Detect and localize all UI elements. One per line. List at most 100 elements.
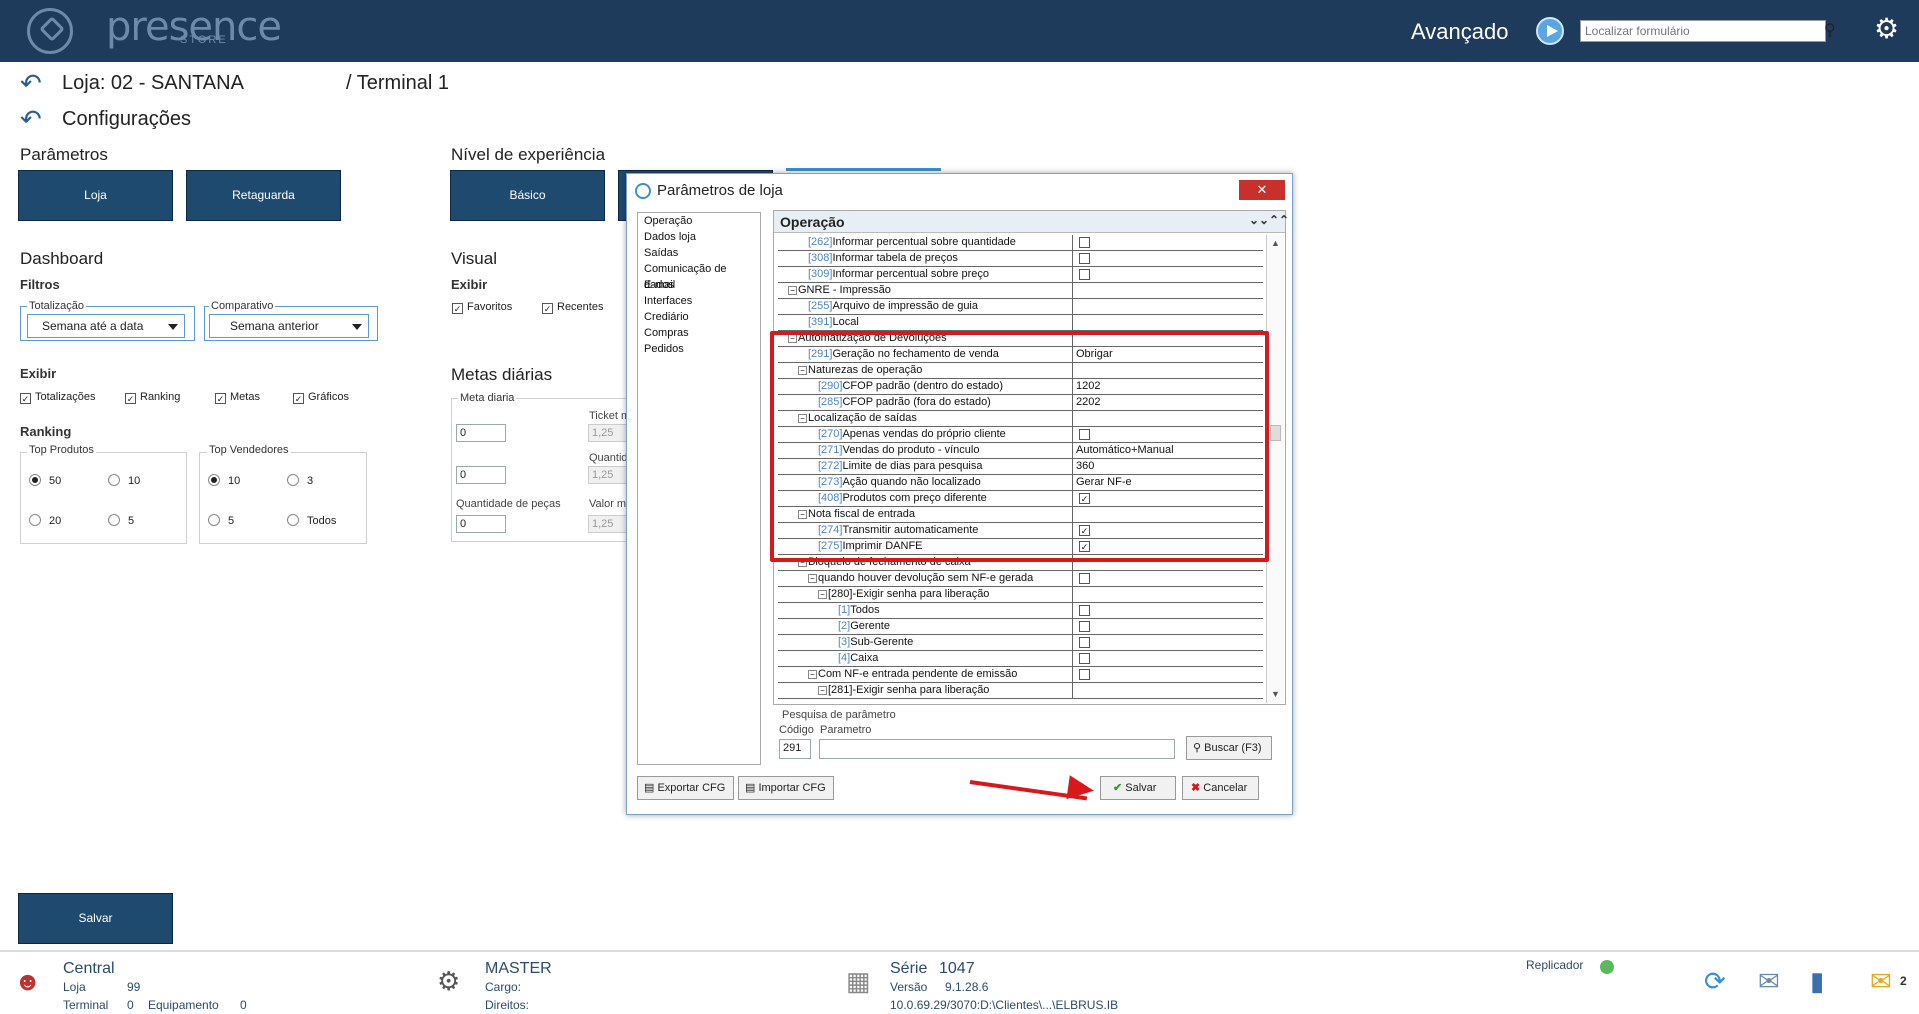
chart-icon[interactable]: ▮ [1810,966,1824,997]
menu-item[interactable]: Interfaces [638,293,760,309]
parameter-value-cell[interactable] [1072,683,1263,698]
advanced-link[interactable]: Avançado [1411,19,1508,45]
menu-item[interactable]: Saídas [638,245,760,261]
totalizacao-select[interactable]: Semana até a data [27,314,185,338]
refresh-icon[interactable]: ⟳ [1704,966,1726,997]
top-produtos-5-radio[interactable]: 5 [108,514,134,527]
parameter-row[interactable]: [262]Informar percentual sobre quantidad… [778,235,1263,251]
parameter-row[interactable]: [391]Local [778,315,1263,331]
parameter-value-cell[interactable] [1072,651,1263,666]
collapse-toggle-icon[interactable]: − [788,286,797,295]
parameter-checkbox[interactable] [1079,237,1090,248]
top-vendedores-todos-radio[interactable]: Todos [287,514,336,527]
parameter-row[interactable]: [4]Caixa [778,651,1263,667]
scroll-down-icon[interactable]: ▼ [1271,689,1280,699]
mail-icon[interactable]: ✉ [1758,966,1780,997]
buscar-button[interactable]: ⚲ Buscar (F3) [1186,736,1272,760]
collapse-toggle-icon[interactable]: − [818,590,827,599]
menu-item[interactable]: Dados loja [638,229,760,245]
parameter-value-cell[interactable] [1072,283,1263,298]
search-icon[interactable]: ⚲ [1824,20,1844,42]
parameter-value-cell[interactable] [1072,571,1263,586]
save-button[interactable]: Salvar [18,893,173,944]
top-vendedores-5-radio[interactable]: 5 [208,514,234,527]
basico-button[interactable]: Básico [450,170,605,221]
favoritos-checkbox[interactable]: ✓ Favoritos [452,301,512,314]
menu-item[interactable]: Comunicação de dados [638,261,760,291]
parameter-value-cell[interactable] [1072,267,1263,282]
menu-item[interactable]: E-mail [638,277,760,293]
graficos-checkbox[interactable]: ✓ Gráficos [293,391,349,404]
parameter-value-cell[interactable] [1072,299,1263,314]
parameter-row[interactable]: − GNRE - Impressão [778,283,1263,299]
parameter-value-cell[interactable] [1072,251,1263,266]
comparativo-select[interactable]: Semana anterior [209,314,369,338]
exportar-cfg-button[interactable]: ▤ Exportar CFG [637,776,734,800]
menu-item[interactable]: Pedidos [638,341,760,357]
parameter-row[interactable]: [2]Gerente [778,619,1263,635]
parameter-row[interactable]: − [281]-Exigir senha para liberação [778,683,1263,699]
salvar-dialog-button[interactable]: ✔ Salvar [1100,776,1176,800]
ranking-checkbox[interactable]: ✓ Ranking [125,391,180,404]
top-produtos-20-radio[interactable]: 20 [29,514,61,527]
close-button[interactable]: ✕ [1239,180,1285,200]
parameter-row[interactable]: [308]Informar tabela de preços [778,251,1263,267]
parameter-checkbox[interactable] [1079,269,1090,280]
parameter-row[interactable]: − quando houver devolução sem NF-e gerada [778,571,1263,587]
menu-item[interactable]: Operação [638,213,760,229]
parameter-value-cell[interactable] [1072,235,1263,250]
collapse-toggle-icon[interactable]: − [808,670,817,679]
parameter-row[interactable]: − Com NF-e entrada pendente de emissão [778,667,1263,683]
ticket-input[interactable]: 1,25 [588,424,630,442]
collapse-toggle-icon[interactable]: − [808,574,817,583]
collapse-all-icon[interactable]: ⌄⌄ [1249,213,1269,227]
parameter-row[interactable]: [3]Sub-Gerente [778,635,1263,651]
parametro-input[interactable] [819,739,1175,759]
collapse-toggle-icon[interactable]: − [818,686,827,695]
parameter-value-cell[interactable] [1072,635,1263,650]
parameter-checkbox[interactable] [1079,253,1090,264]
cancelar-button[interactable]: ✖ Cancelar [1182,776,1259,800]
importar-cfg-button[interactable]: ▤ Importar CFG [738,776,834,800]
parameter-checkbox[interactable] [1079,669,1090,680]
meta-diaria-input[interactable]: 0 [456,424,506,442]
parameter-value-cell[interactable] [1072,315,1263,330]
top-vendedores-10-radio[interactable]: 10 [208,474,240,487]
expand-all-icon[interactable]: ⌃⌃ [1269,213,1289,227]
parameter-checkbox[interactable] [1079,637,1090,648]
valor-input[interactable]: 1,25 [588,515,630,533]
search-input[interactable] [1580,20,1826,42]
recentes-checkbox[interactable]: ✓ Recentes [542,301,603,314]
scroll-thumb[interactable] [1270,425,1281,441]
play-icon[interactable] [1536,17,1564,45]
top-vendedores-3-radio[interactable]: 3 [287,474,313,487]
top-produtos-50-radio[interactable]: 50 [29,474,61,487]
parameter-row[interactable]: [1]Todos [778,603,1263,619]
parameter-checkbox[interactable] [1079,621,1090,632]
parameter-checkbox[interactable] [1079,573,1090,584]
metas-checkbox[interactable]: ✓ Metas [215,391,260,404]
meta-valor-input[interactable]: 0 [456,466,506,484]
quantid-input[interactable]: 1,25 [588,466,630,484]
menu-item[interactable]: Compras [638,325,760,341]
top-produtos-10-radio[interactable]: 10 [108,474,140,487]
parameter-value-cell[interactable] [1072,619,1263,634]
scroll-up-icon[interactable]: ▲ [1271,238,1280,248]
parameter-row[interactable]: [309]Informar percentual sobre preço [778,267,1263,283]
settings-gear-icon[interactable]: ⚙ [1874,12,1899,45]
back-arrow-icon[interactable]: ↶ [20,104,42,135]
totalizacoes-checkbox[interactable]: ✓ Totalizações [20,391,96,404]
parameter-value-cell[interactable] [1072,667,1263,682]
parameter-checkbox[interactable] [1079,653,1090,664]
menu-item[interactable]: Crediário [638,309,760,325]
parameter-value-cell[interactable] [1072,587,1263,602]
parameter-row[interactable]: − [280]-Exigir senha para liberação [778,587,1263,603]
retaguarda-button[interactable]: Retaguarda [186,170,341,221]
back-arrow-icon[interactable]: ↶ [20,68,42,99]
parameter-row[interactable]: [255]Arquivo de impressão de guia [778,299,1263,315]
parameter-checkbox[interactable] [1079,605,1090,616]
parameter-value-cell[interactable] [1072,603,1263,618]
codigo-input[interactable]: 291 [779,739,811,759]
qtd-pecas-input[interactable]: 0 [456,515,506,533]
message-icon[interactable]: ✉ [1870,966,1892,997]
